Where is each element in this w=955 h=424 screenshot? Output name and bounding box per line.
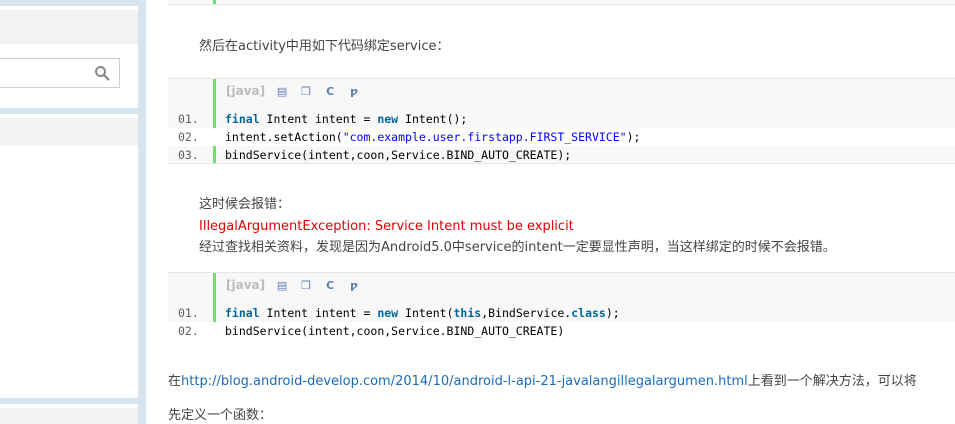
code-line: 01. final Intent intent = new Intent(); (168, 110, 955, 128)
paragraph-define-function: 先定义一个函数： (168, 408, 273, 423)
code-line: 03. bindService(intent,coon,Service.BIND_… (168, 146, 955, 164)
code-line: 02. intent.setAction("com.example.user.fi… (168, 128, 955, 146)
view-source-icon[interactable]: ▤ (275, 84, 289, 98)
line-number: 02. (178, 130, 199, 144)
code-line: 02. bindService(intent,coon,Service.BIND_… (168, 322, 955, 340)
code-toolbar: [java] ▤ ❐ C ƿ (226, 83, 361, 99)
code-block-fragment (168, 0, 955, 5)
search-icon[interactable] (94, 65, 110, 81)
paragraph-link: 在http://blog.android-develop.com/2014/10… (168, 370, 917, 389)
sidebar-divider (0, 108, 138, 114)
code-block-2: [java] ▤ ❐ C ƿ 01. final Intent intent = … (168, 272, 955, 340)
sidebar-section-header (0, 118, 138, 146)
sidebar-section-header (0, 408, 138, 424)
search-input[interactable] (0, 58, 120, 88)
copy-icon[interactable]: ❐ (299, 84, 313, 98)
sidebar-divider (0, 398, 138, 404)
sidebar-divider (0, 0, 138, 6)
paragraph-error-intro: 这时候会报错： (199, 197, 291, 212)
line-number: 03. (178, 148, 199, 162)
code-gutter-bar (213, 0, 216, 4)
code-text: bindService(intent,coon,Service.BIND_AUT… (225, 148, 572, 162)
code-language-label: [java] (226, 278, 266, 292)
line-number: 01. (178, 112, 199, 126)
copy-icon[interactable]: ❐ (299, 278, 313, 292)
line-number: 01. (178, 306, 199, 320)
code-lines: 01. final Intent intent = new Intent(); 02… (168, 110, 955, 164)
code-text: final Intent intent = new Intent(this,Bi… (225, 306, 620, 320)
link-suffix: 上看到一个解决方法，可以将 (747, 374, 917, 389)
paragraph-intro: 然后在activity中用如下代码绑定service： (199, 39, 450, 54)
about-icon[interactable]: ƿ (347, 84, 361, 98)
sidebar-border (138, 0, 146, 424)
print-icon[interactable]: C (323, 84, 337, 98)
about-icon[interactable]: ƿ (347, 278, 361, 292)
link-prefix: 在 (168, 374, 182, 389)
article-content: 然后在activity中用如下代码绑定service： [java] ▤ ❐ C… (148, 0, 955, 424)
error-message: IllegalArgumentException: Service Intent… (199, 219, 574, 234)
print-icon[interactable]: C (323, 278, 337, 292)
code-language-label: [java] (226, 84, 266, 98)
view-source-icon[interactable]: ▤ (275, 278, 289, 292)
code-block-1: [java] ▤ ❐ C ƿ 01. final Intent intent = … (168, 78, 955, 164)
sidebar-header (0, 10, 138, 44)
code-text: intent.setAction("com.example.user.first… (225, 130, 641, 144)
code-line: 01. final Intent intent = new Intent(this… (168, 304, 955, 322)
code-text: bindService(intent,coon,Service.BIND_AUT… (225, 324, 565, 338)
paragraph-explanation: 经过查找相关资料，发现是因为Android5.0中service的intent一… (199, 240, 836, 255)
blog-link[interactable]: http://blog.android-develop.com/2014/10/… (181, 374, 748, 389)
code-text: final Intent intent = new Intent(); (225, 112, 468, 126)
sidebar (0, 0, 148, 424)
line-number: 02. (178, 324, 199, 338)
code-toolbar: [java] ▤ ❐ C ƿ (226, 277, 361, 293)
code-lines: 01. final Intent intent = new Intent(this… (168, 304, 955, 340)
